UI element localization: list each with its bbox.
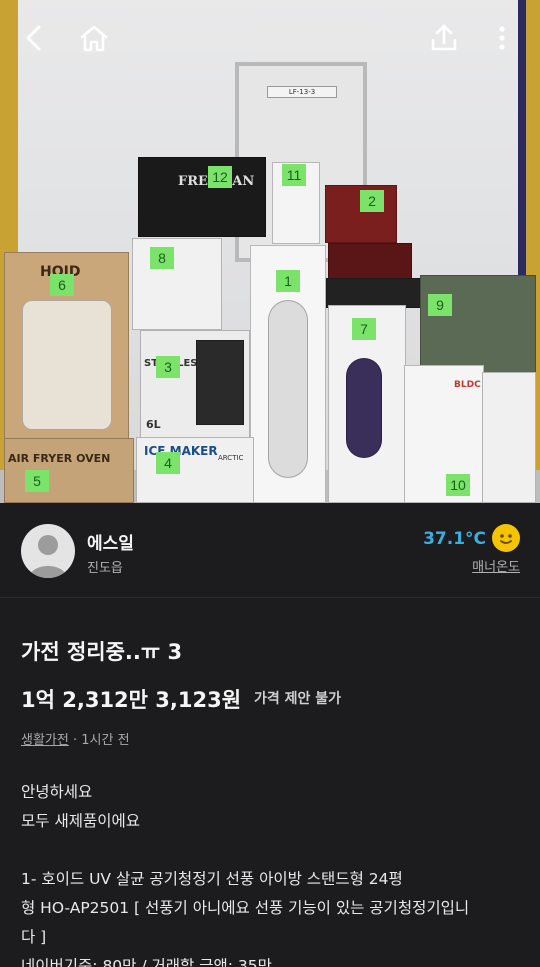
sticker-tag: 11 xyxy=(282,164,306,186)
sticker-tag: 4 xyxy=(156,452,180,474)
box-airfryer-image xyxy=(196,340,244,425)
back-button[interactable] xyxy=(14,18,54,58)
sticker-tag: 5 xyxy=(25,470,49,492)
avatar-person-icon xyxy=(29,535,67,578)
sticker-tag: 1 xyxy=(276,270,300,292)
post-time: · 1시간 전 xyxy=(68,733,130,748)
box-freeman xyxy=(138,157,266,237)
box-heater-ring xyxy=(346,358,382,458)
home-button[interactable] xyxy=(74,18,114,58)
description-line: 다 ] xyxy=(21,928,47,946)
home-icon xyxy=(80,25,108,52)
box-label: AIR FRYER OVEN xyxy=(8,452,111,465)
sticker-tag: 10 xyxy=(446,474,470,496)
manner-temperature-link[interactable]: 매너온도 xyxy=(472,556,520,575)
box-blender xyxy=(132,238,222,330)
sticker-tag: 9 xyxy=(428,294,452,316)
manner-temperature: 37.1°C xyxy=(423,529,486,549)
share-icon xyxy=(431,24,457,51)
box-oven xyxy=(4,438,134,503)
smiley-icon xyxy=(492,524,520,552)
sticker-tag: 8 xyxy=(150,247,174,269)
seller-profile[interactable]: 에스일 진도읍 37.1°C 매너온도 xyxy=(0,503,540,598)
description-line: 네이버기준: 80만 / 거래할 금액: 35만 xyxy=(21,957,272,967)
description-line: 1- 호이드 UV 살균 공기청정기 선풍 아이방 스탠드형 24평 xyxy=(21,870,403,888)
description-line: 모두 새제품이에요 xyxy=(21,812,141,830)
box-dark-top xyxy=(326,278,424,308)
box-pan xyxy=(420,275,536,373)
description-line: 형 HO-AP2501 [ 선풍기 아니에요 선풍 기능이 있는 공기청정기입니 xyxy=(21,899,470,917)
sticker-tag: 12 xyxy=(208,166,232,188)
sticker-tag: 6 xyxy=(50,274,74,296)
description-line: 안녕하세요 xyxy=(21,783,93,801)
box-pot-2 xyxy=(328,243,412,283)
door-plate: LF-13-3 xyxy=(267,86,337,98)
sticker-tag: 7 xyxy=(352,318,376,340)
back-icon xyxy=(26,25,41,51)
box-label: ARCTIC xyxy=(218,454,244,462)
box-purifier-image xyxy=(22,300,112,430)
more-button[interactable] xyxy=(482,18,522,58)
sticker-tag: 2 xyxy=(360,190,384,212)
seller-location: 진도읍 xyxy=(87,561,123,576)
box-label: BLDC xyxy=(454,380,481,390)
box-fan-oval xyxy=(268,300,308,478)
description-line xyxy=(21,836,521,865)
avatar[interactable] xyxy=(21,524,75,578)
box-vacuum-2 xyxy=(482,372,536,503)
post-description: 안녕하세요 모두 새제품이에요 1- 호이드 UV 살균 공기청정기 선풍 아이… xyxy=(21,778,521,967)
seller-name: 에스일 xyxy=(87,534,134,554)
category-link[interactable]: 생활가전 xyxy=(21,733,69,748)
product-photo[interactable]: LF-13-3 HOID AIR FRYER OVEN FREEMAN STAI… xyxy=(0,0,540,503)
post-price: 1억 2,312만 3,123원 xyxy=(21,688,242,712)
box-label: 6L xyxy=(146,418,161,431)
share-button[interactable] xyxy=(424,18,464,58)
more-icon xyxy=(499,26,505,50)
price-negotiation-note: 가격 제안 불가 xyxy=(254,691,342,707)
sticker-tag: 3 xyxy=(156,356,180,378)
post-title: 가전 정리중..ㅠ 3 xyxy=(21,640,183,664)
post-meta: 생활가전 · 1시간 전 xyxy=(21,729,130,748)
